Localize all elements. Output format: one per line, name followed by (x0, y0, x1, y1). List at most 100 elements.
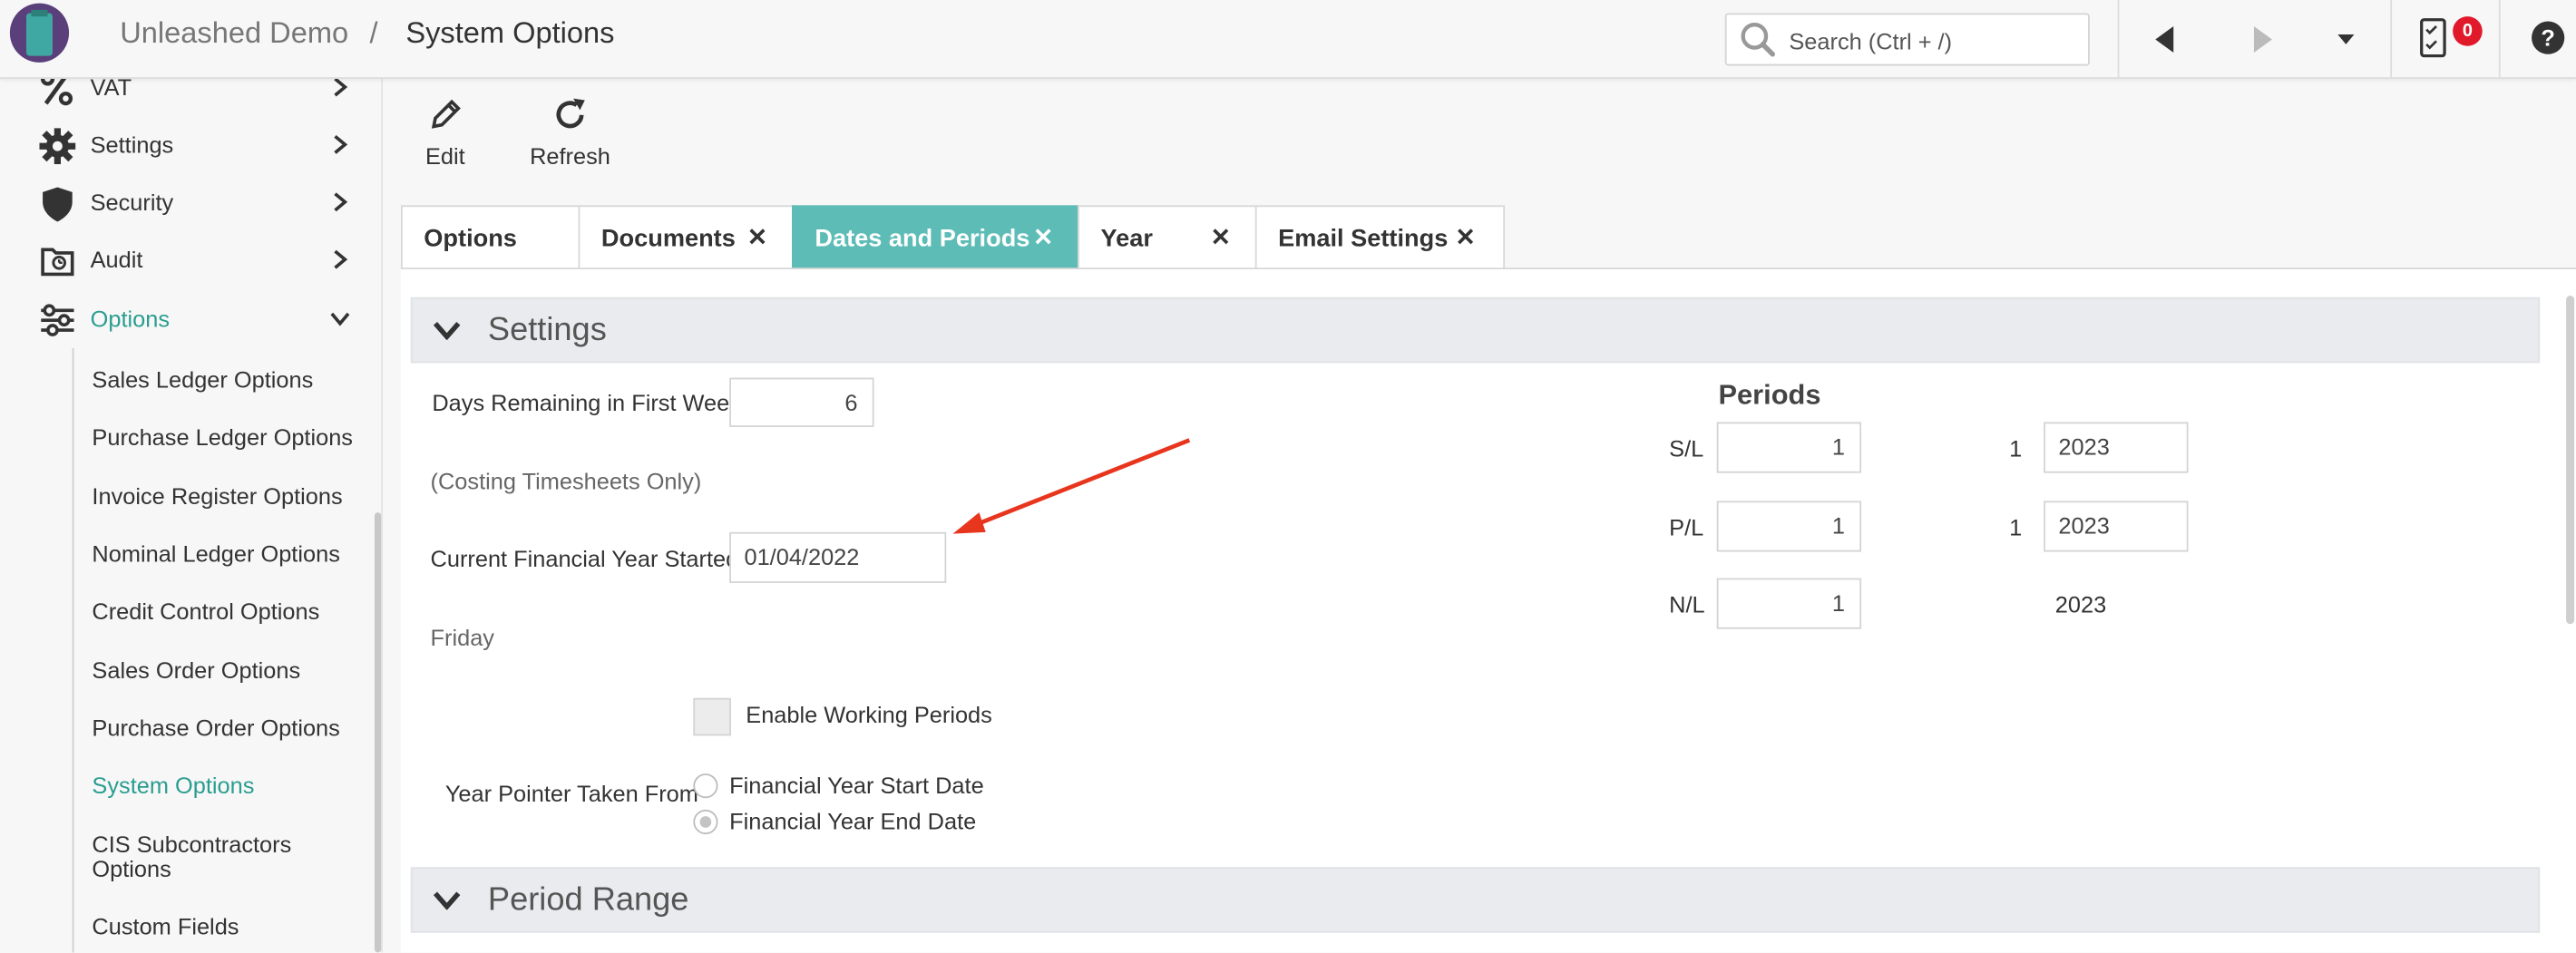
pl-period-index: 1 (2009, 513, 2023, 540)
previous-record-icon[interactable] (2153, 24, 2176, 54)
tab-year[interactable]: Year (1078, 205, 1259, 270)
chevron-down-icon (330, 312, 350, 326)
chevron-down-icon (433, 322, 461, 340)
submenu-item-sales-order-options[interactable]: Sales Order Options (92, 656, 300, 683)
radio-selected-dot (699, 816, 712, 828)
days-remaining-label: Days Remaining in First Week (432, 389, 741, 416)
shield-icon (43, 187, 73, 222)
task-list-icon[interactable] (2420, 18, 2450, 58)
chevron-right-icon (334, 77, 348, 97)
period-ledger-label: N/L (1669, 591, 1705, 618)
year-pointer-label: Year Pointer Taken From (444, 780, 698, 807)
annotation-arrow (952, 438, 1191, 534)
pl-period-input[interactable]: 1 (1716, 501, 1862, 552)
tab-options[interactable]: Options (400, 205, 582, 270)
financial-year-started-value: 01/04/2022 (744, 543, 860, 570)
sidebar-item-label: Settings (90, 131, 174, 158)
divider (2117, 0, 2120, 78)
sl-period-input[interactable]: 1 (1716, 422, 1862, 473)
sl-period-value: 1 (1831, 433, 1845, 461)
period-ledger-label: S/L (1669, 434, 1704, 462)
close-icon[interactable] (1033, 227, 1053, 247)
tab-email-settings[interactable]: Email Settings (1254, 205, 1506, 270)
section-title: Settings (487, 312, 607, 348)
sl-year-input[interactable]: 2023 (2044, 422, 2189, 473)
edit-button[interactable]: Edit (395, 95, 494, 178)
app-logo[interactable] (9, 3, 70, 63)
sliders-icon (41, 304, 74, 336)
chevron-down-icon (433, 891, 461, 910)
tab-dates-and-periods[interactable]: Dates and Periods (791, 205, 1079, 270)
section-title: Period Range (487, 881, 689, 919)
gear-icon (39, 128, 76, 165)
breadcrumb-company[interactable]: Unleashed Demo (120, 16, 348, 51)
radio-label-end: Financial Year End Date (729, 808, 977, 835)
sidebar-item-label: Audit (90, 246, 143, 273)
submenu-item-invoice-register-options[interactable]: Invoice Register Options (92, 482, 342, 509)
radio-financial-year-start[interactable] (693, 773, 718, 799)
settings-section-header[interactable]: Settings (410, 297, 2541, 364)
refresh-label: Refresh (530, 142, 610, 170)
pl-year-input[interactable]: 2023 (2044, 501, 2189, 552)
notification-badge: 0 (2453, 16, 2483, 46)
financial-year-started-input[interactable]: 01/04/2022 (729, 531, 947, 583)
submenu-item-custom-fields[interactable]: Custom Fields (92, 913, 239, 939)
close-icon[interactable] (1456, 227, 1476, 247)
submenu-item-cis-subcontractors[interactable]: CIS Subcontractors (92, 831, 291, 857)
edit-label: Edit (424, 142, 465, 170)
next-record-icon[interactable] (2250, 24, 2273, 54)
chevron-right-icon (334, 249, 348, 269)
refresh-button[interactable]: Refresh (521, 95, 620, 178)
help-icon[interactable]: ? (2532, 21, 2565, 54)
tab-label: Dates and Periods (815, 225, 1030, 253)
enable-working-periods-checkbox[interactable] (693, 697, 731, 736)
sidebar-item-audit[interactable]: Audit (0, 233, 375, 289)
search-icon (1741, 22, 1776, 57)
submenu-item-system-options[interactable]: System Options (92, 772, 254, 798)
top-bar: Unleashed Demo / System Options Search (… (0, 0, 2576, 79)
page-title: System Options (405, 16, 615, 50)
submenu-item-cis-subcontractors-options[interactable]: Options (92, 856, 171, 882)
days-remaining-value: 6 (844, 389, 858, 416)
audit-icon (41, 248, 74, 277)
submenu-item-sales-ledger-options[interactable]: Sales Ledger Options (92, 366, 313, 393)
sidebar-item-label: Options (90, 305, 171, 332)
submenu-item-purchase-ledger-options[interactable]: Purchase Ledger Options (92, 423, 353, 450)
enable-working-periods-label: Enable Working Periods (746, 701, 992, 728)
nl-period-value: 1 (1831, 589, 1845, 617)
submenu-guide-line (72, 347, 74, 953)
period-range-section-header[interactable]: Period Range (410, 867, 2541, 933)
refresh-icon (556, 98, 585, 129)
sidebar-item-settings[interactable]: Settings (0, 118, 375, 174)
search-placeholder: Search (Ctrl + /) (1789, 27, 1953, 54)
chevron-right-icon (334, 134, 348, 154)
submenu-item-credit-control-options[interactable]: Credit Control Options (92, 598, 319, 624)
pl-year-value: 2023 (2058, 512, 2110, 540)
sidebar-item-options[interactable]: Options (0, 292, 375, 348)
tab-label: Year (1100, 225, 1153, 253)
tab-label: Documents (600, 225, 736, 253)
submenu-item-nominal-ledger-options[interactable]: Nominal Ledger Options (92, 540, 339, 567)
nl-period-input[interactable]: 1 (1716, 578, 1862, 629)
days-remaining-input[interactable]: 6 (729, 377, 874, 427)
radio-financial-year-end[interactable] (693, 809, 718, 835)
tab-label: Options (424, 225, 517, 253)
close-icon[interactable] (1211, 227, 1231, 247)
search-input[interactable]: Search (Ctrl + /) (1724, 13, 2090, 66)
content-scrollbar[interactable] (2566, 296, 2575, 625)
divider (2498, 0, 2501, 78)
financial-year-day: Friday (430, 624, 495, 651)
sidebar-item-security[interactable]: Security (0, 176, 375, 232)
chevron-down-icon[interactable] (2337, 33, 2356, 45)
submenu-item-purchase-order-options[interactable]: Purchase Order Options (92, 715, 339, 741)
tab-documents[interactable]: Documents (578, 205, 794, 270)
sidebar-item-label: Security (90, 189, 174, 216)
sidebar-scrollbar[interactable] (374, 512, 382, 953)
nl-year-value: 2023 (2054, 591, 2107, 618)
costing-note: (Costing Timesheets Only) (430, 468, 702, 495)
pencil-icon (431, 99, 461, 129)
close-icon[interactable] (747, 227, 767, 247)
divider (2390, 0, 2393, 78)
breadcrumb-separator: / (369, 16, 378, 50)
financial-year-started-label: Current Financial Year Started (430, 545, 739, 572)
